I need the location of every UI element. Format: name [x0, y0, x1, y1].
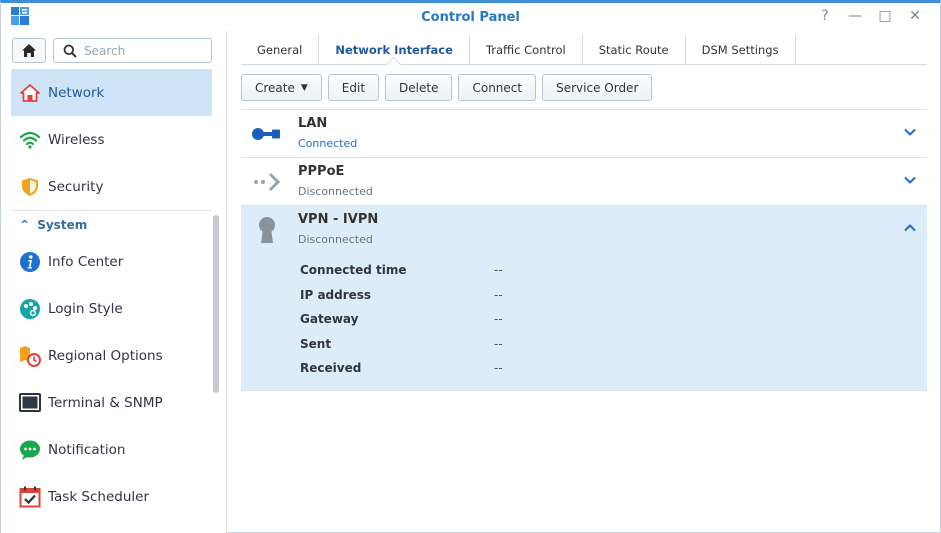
- tab-dsm-settings[interactable]: DSM Settings: [686, 35, 796, 64]
- home-icon: [22, 44, 36, 57]
- sidebar-item-label: Network: [48, 84, 105, 101]
- sidebar-item-label: Info Center: [48, 253, 124, 270]
- detail-row: Gateway --: [300, 307, 503, 332]
- connect-button[interactable]: Connect: [458, 74, 537, 101]
- detail-value: --: [494, 263, 503, 278]
- pppoe-icon: [251, 170, 283, 194]
- chevron-up-icon: ^: [20, 218, 30, 231]
- terminal-icon: [19, 392, 41, 414]
- sidebar-item-label: Terminal & SNMP: [48, 394, 163, 411]
- sidebar-item-label: Regional Options: [48, 347, 163, 364]
- sidebar-scrollbar[interactable]: [213, 215, 219, 393]
- palette-icon: [19, 298, 41, 320]
- help-icon[interactable]: ?: [818, 8, 832, 24]
- vpn-details: Connected time -- IP address -- Gateway …: [300, 258, 503, 381]
- sidebar-item-terminal-snmp[interactable]: Terminal & SNMP: [11, 379, 212, 426]
- interface-name: VPN - IVPN: [298, 212, 379, 227]
- interface-row-lan[interactable]: LAN Connected: [241, 110, 927, 158]
- vpn-keyhole-icon: [251, 217, 283, 243]
- close-icon[interactable]: ✕: [908, 8, 922, 24]
- tab-network-interface[interactable]: Network Interface: [319, 35, 470, 64]
- service-order-button[interactable]: Service Order: [542, 74, 653, 101]
- control-panel-window: Control Panel ? — □ ✕ Search Network Wir…: [0, 0, 941, 533]
- window-title: Control Panel: [421, 10, 520, 25]
- search-input[interactable]: [84, 42, 204, 60]
- sidebar-item-login-style[interactable]: Login Style: [11, 285, 212, 332]
- create-button-label: Create: [255, 80, 295, 95]
- wifi-icon: [19, 129, 41, 151]
- detail-value: --: [494, 287, 503, 302]
- window-controls: ? — □ ✕: [818, 8, 922, 24]
- detail-value: --: [494, 312, 503, 327]
- interface-status: Connected: [298, 137, 358, 150]
- sidebar-nav: Network Wireless Security ^ System Info …: [11, 69, 212, 520]
- create-button[interactable]: Create ▼: [241, 74, 322, 101]
- sidebar-item-label: Notification: [48, 441, 126, 458]
- interface-row-pppoe[interactable]: PPPoE Disconnected: [241, 158, 927, 206]
- sidebar-group-system[interactable]: ^ System: [11, 210, 212, 238]
- edit-button[interactable]: Edit: [327, 74, 380, 101]
- chevron-down-icon[interactable]: [903, 173, 917, 187]
- maximize-icon[interactable]: □: [878, 8, 892, 24]
- home-network-icon: [19, 82, 41, 104]
- detail-row: Connected time --: [300, 258, 503, 283]
- sidebar-item-regional-options[interactable]: Regional Options: [11, 332, 212, 379]
- sidebar-item-network[interactable]: Network: [11, 69, 212, 116]
- calendar-check-icon: [19, 486, 41, 508]
- home-button[interactable]: [12, 38, 46, 63]
- sidebar-item-label: Security: [48, 178, 104, 195]
- minimize-icon[interactable]: —: [848, 8, 862, 24]
- detail-label: Gateway: [300, 312, 359, 327]
- delete-button[interactable]: Delete: [385, 74, 453, 101]
- detail-label: Received: [300, 361, 362, 376]
- tab-bar: General Network Interface Traffic Contro…: [241, 35, 927, 65]
- sidebar: Network Wireless: [1, 31, 227, 533]
- caret-down-icon: ▼: [300, 82, 308, 93]
- sidebar-item-info-center[interactable]: Info Center: [11, 238, 212, 285]
- sidebar-item-wireless[interactable]: Wireless: [11, 116, 212, 163]
- tab-traffic-control[interactable]: Traffic Control: [470, 35, 583, 64]
- tab-static-route[interactable]: Static Route: [583, 35, 686, 64]
- sidebar-group-label: System: [37, 217, 88, 232]
- lan-icon: [251, 122, 283, 146]
- title-bar: Control Panel ? — □ ✕: [1, 3, 940, 31]
- sidebar-item-label: Task Scheduler: [48, 488, 150, 505]
- detail-row: Sent --: [300, 332, 503, 357]
- detail-value: --: [494, 361, 503, 376]
- interface-status: Disconnected: [298, 185, 373, 198]
- chat-bubble-icon: [19, 439, 41, 461]
- sidebar-item-notification[interactable]: Notification: [11, 426, 212, 473]
- detail-label: Connected time: [300, 263, 407, 278]
- search-box[interactable]: [53, 38, 212, 63]
- detail-value: --: [494, 336, 503, 351]
- tab-general[interactable]: General: [241, 35, 320, 64]
- sidebar-item-security[interactable]: Security: [11, 163, 212, 210]
- toolbar: Create ▼ Edit Delete Connect Service Ord…: [241, 74, 653, 101]
- search-icon: [63, 44, 77, 58]
- regional-clock-icon: [19, 345, 41, 367]
- chevron-up-icon[interactable]: [903, 221, 917, 235]
- sidebar-item-task-scheduler[interactable]: Task Scheduler: [11, 473, 212, 520]
- detail-label: IP address: [300, 287, 372, 302]
- interface-row-vpn[interactable]: VPN - IVPN Disconnected Connected time -…: [241, 206, 927, 391]
- interface-name: PPPoE: [298, 164, 345, 179]
- interface-status: Disconnected: [298, 233, 373, 246]
- info-icon: [19, 251, 41, 273]
- sidebar-item-label: Login Style: [48, 300, 123, 317]
- detail-row: IP address --: [300, 283, 503, 308]
- sidebar-item-label: Wireless: [48, 131, 105, 148]
- detail-label: Sent: [300, 336, 332, 351]
- chevron-down-icon[interactable]: [903, 125, 917, 139]
- detail-row: Received --: [300, 356, 503, 381]
- interface-list: LAN Connected PPPoE Disconnected VPN - I…: [241, 109, 927, 391]
- shield-icon: [19, 176, 41, 198]
- interface-name: LAN: [298, 116, 328, 131]
